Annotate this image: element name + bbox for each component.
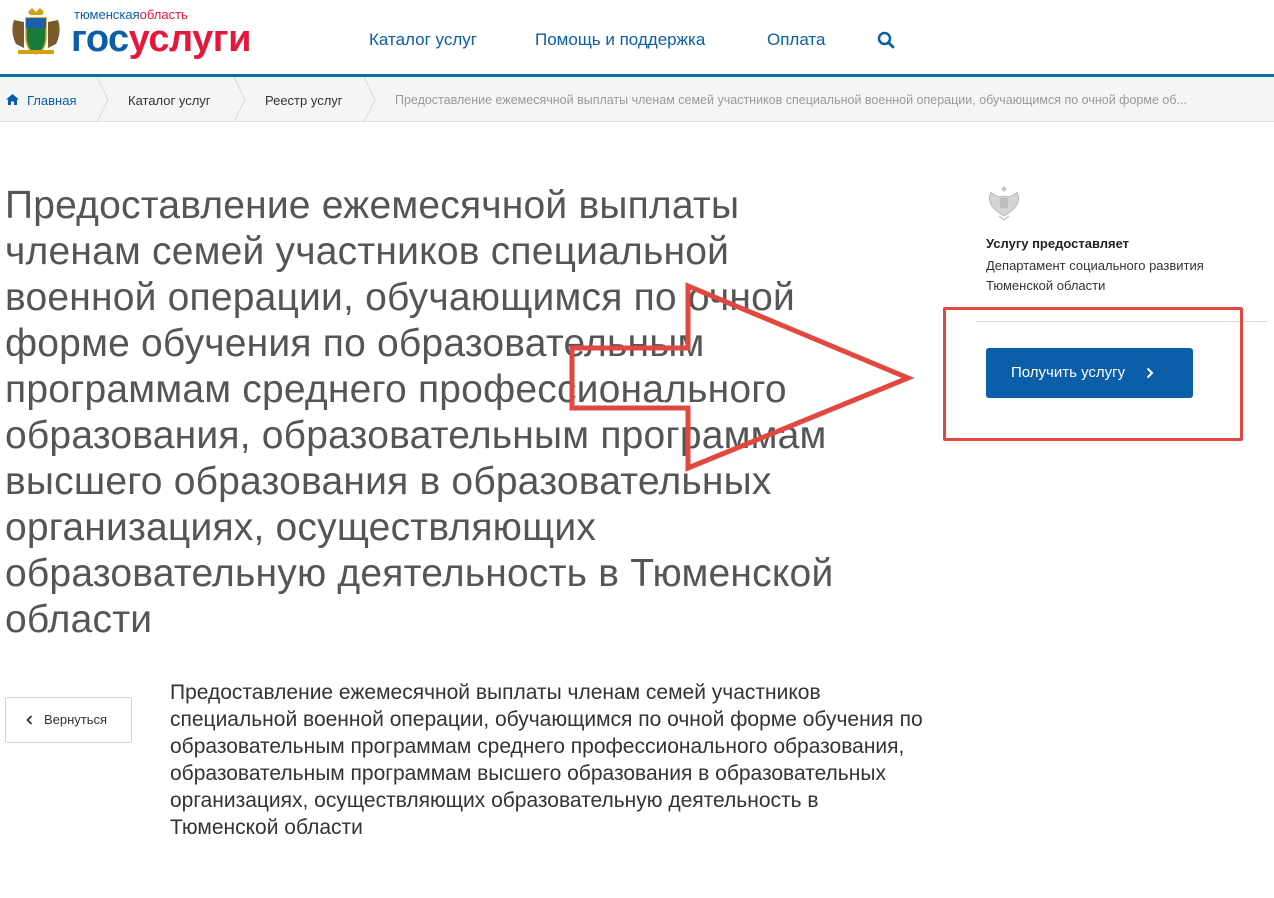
breadcrumb-separator — [96, 77, 109, 122]
site-header: тюменскаяобласть госуслуги Каталог услуг… — [0, 0, 1274, 76]
russia-coat-of-arms-icon — [989, 186, 1019, 221]
nav-payment-link[interactable]: Оплата — [767, 30, 825, 50]
search-icon[interactable] — [877, 31, 895, 49]
breadcrumb-catalog-link[interactable]: Каталог услуг — [128, 93, 211, 108]
service-description: Предоставление ежемесячной выплаты члена… — [170, 681, 923, 839]
provider-name: Департамент социального развития Тюменск… — [986, 258, 1204, 293]
nav-catalog-link[interactable]: Каталог услуг — [369, 30, 477, 50]
chevron-left-icon — [26, 715, 33, 725]
breadcrumb-home-link[interactable]: Главная — [27, 93, 76, 108]
breadcrumb: Главная Каталог услуг Реестр услуг Предо… — [0, 77, 1274, 122]
get-service-label: Получить услугу — [1011, 364, 1126, 381]
annotation-arrow — [569, 282, 915, 472]
back-button[interactable]: Вернуться — [5, 697, 132, 743]
back-label: Вернуться — [44, 712, 108, 727]
breadcrumb-separator — [233, 77, 246, 122]
breadcrumb-current: Предоставление ежемесячной выплаты члена… — [395, 93, 1187, 107]
breadcrumb-registry-link[interactable]: Реестр услуг — [265, 93, 343, 108]
home-icon[interactable] — [6, 94, 19, 105]
region-coat-of-arms-icon[interactable] — [6, 6, 66, 58]
gosuslugi-logo[interactable]: госуслуги — [71, 18, 251, 60]
breadcrumb-separator — [363, 77, 376, 122]
provider-label: Услугу предоставляет — [986, 236, 1130, 251]
chevron-right-icon — [1146, 367, 1154, 379]
nav-help-link[interactable]: Помощь и поддержка — [535, 30, 705, 50]
get-service-button[interactable]: Получить услугу — [986, 348, 1193, 398]
